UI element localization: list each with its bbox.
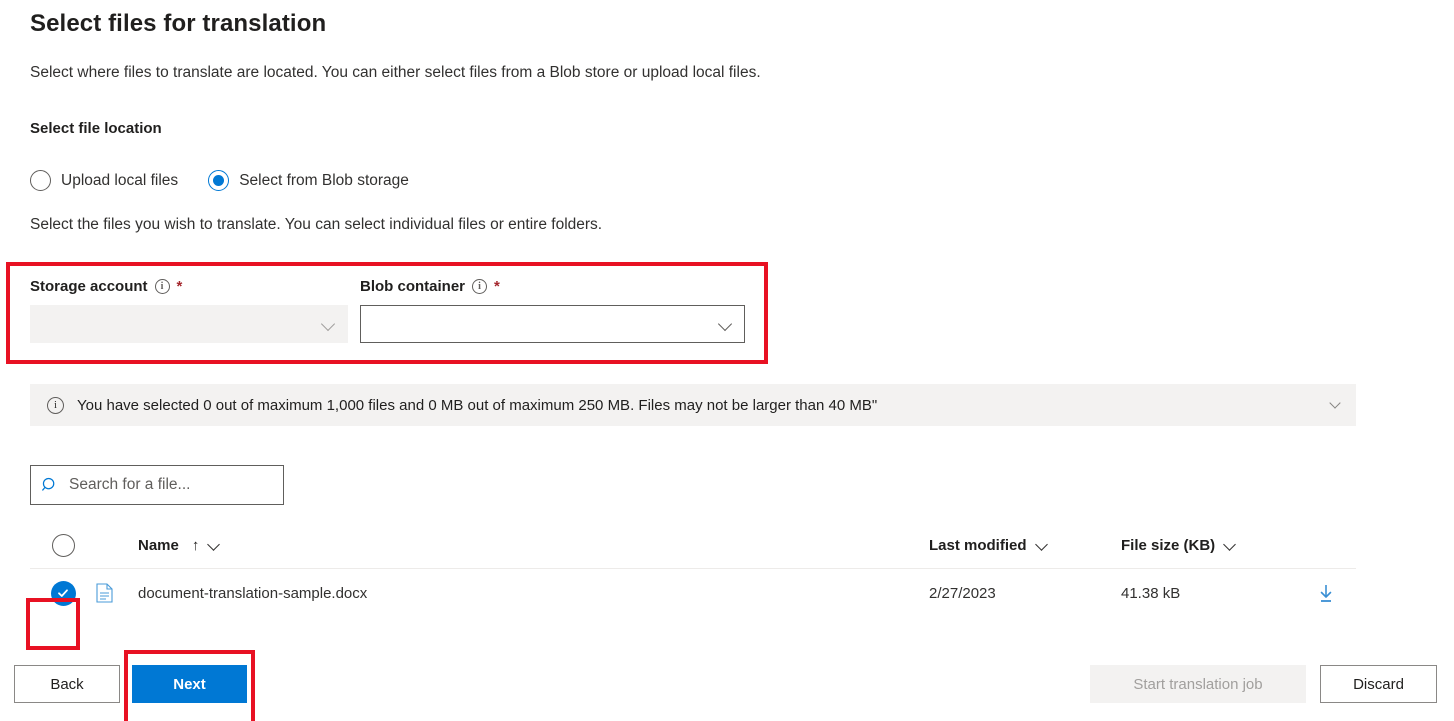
sort-ascending-icon: ↑ [191, 536, 200, 554]
column-header-file-size[interactable]: File size (KB) [1121, 537, 1296, 554]
blob-container-label-row: Blob container i * [360, 278, 745, 295]
chevron-down-icon [322, 318, 335, 331]
row-name-cell[interactable]: document-translation-sample.docx [138, 585, 929, 602]
info-icon[interactable]: i [154, 279, 170, 294]
download-icon [1320, 584, 1332, 602]
file-name: document-translation-sample.docx [138, 584, 368, 602]
column-header-last-modified-label: Last modified [929, 536, 1027, 554]
chevron-down-icon [719, 318, 732, 331]
radio-unchecked-icon [51, 533, 75, 557]
radio-label-select-from-blob-storage: Select from Blob storage [239, 171, 409, 189]
required-marker: * [494, 278, 500, 295]
search-placeholder: Search for a file... [69, 476, 191, 493]
chevron-down-icon[interactable] [208, 539, 220, 551]
page-subtitle: Select where files to translate are loca… [30, 64, 761, 81]
chevron-down-icon[interactable] [1330, 399, 1342, 411]
selection-info-text: You have selected 0 out of maximum 1,000… [77, 396, 878, 414]
blob-container-label: Blob container [360, 278, 466, 295]
helper-text: Select the files you wish to translate. … [30, 216, 603, 233]
column-header-file-size-label: File size (KB) [1121, 536, 1216, 554]
blob-container-field: Blob container i * [360, 278, 745, 343]
row-file-icon-cell [96, 583, 138, 603]
radio-unchecked-icon [30, 170, 51, 191]
row-file-size-cell: 41.38 kB [1121, 585, 1296, 602]
select-all-checkbox[interactable] [30, 533, 96, 557]
next-button[interactable]: Next [132, 665, 247, 703]
radio-checked-icon [208, 170, 230, 191]
back-button[interactable]: Back [14, 665, 120, 703]
radio-label-upload-local-files: Upload local files [61, 171, 179, 189]
radio-upload-local-files[interactable]: Upload local files [30, 170, 178, 191]
chevron-down-icon[interactable] [1224, 539, 1236, 551]
file-location-radio-group: Upload local files Select from Blob stor… [30, 170, 409, 191]
document-icon [96, 583, 113, 603]
row-last-modified-cell: 2/27/2023 [929, 585, 1121, 602]
storage-account-label-row: Storage account i * [30, 278, 348, 295]
storage-account-label: Storage account [30, 278, 148, 295]
file-table: Name ↑ Last modified File size (KB) docu… [30, 522, 1356, 617]
storage-account-dropdown[interactable] [30, 305, 348, 343]
search-input[interactable]: Search for a file... [30, 465, 284, 505]
section-label-file-location: Select file location [30, 120, 162, 137]
file-size: 41.38 kB [1121, 584, 1181, 602]
storage-account-field: Storage account i * [30, 278, 348, 343]
chevron-down-icon[interactable] [1036, 539, 1048, 551]
info-icon[interactable]: i [472, 279, 488, 294]
discard-button[interactable]: Discard [1320, 665, 1437, 703]
file-last-modified: 2/27/2023 [929, 584, 996, 602]
required-marker: * [176, 278, 183, 295]
radio-select-from-blob-storage[interactable]: Select from Blob storage [208, 170, 409, 191]
row-checkbox[interactable] [30, 580, 96, 606]
page-title: Select files for translation [30, 10, 327, 37]
row-download-cell[interactable] [1296, 584, 1356, 603]
column-header-last-modified[interactable]: Last modified [929, 537, 1121, 554]
search-icon [41, 477, 55, 491]
column-header-name-label: Name [138, 536, 179, 554]
column-header-name[interactable]: Name ↑ [138, 537, 929, 554]
table-header-row: Name ↑ Last modified File size (KB) [30, 522, 1356, 568]
select-files-page: Select files for translation Select wher… [0, 0, 1454, 721]
selection-info-message-bar: i You have selected 0 out of maximum 1,0… [30, 384, 1356, 426]
blob-container-dropdown[interactable] [360, 305, 745, 343]
table-row[interactable]: document-translation-sample.docx 2/27/20… [30, 569, 1356, 617]
start-translation-job-button[interactable]: Start translation job [1090, 665, 1306, 703]
info-icon: i [47, 396, 64, 414]
checkbox-checked-icon [50, 580, 76, 606]
